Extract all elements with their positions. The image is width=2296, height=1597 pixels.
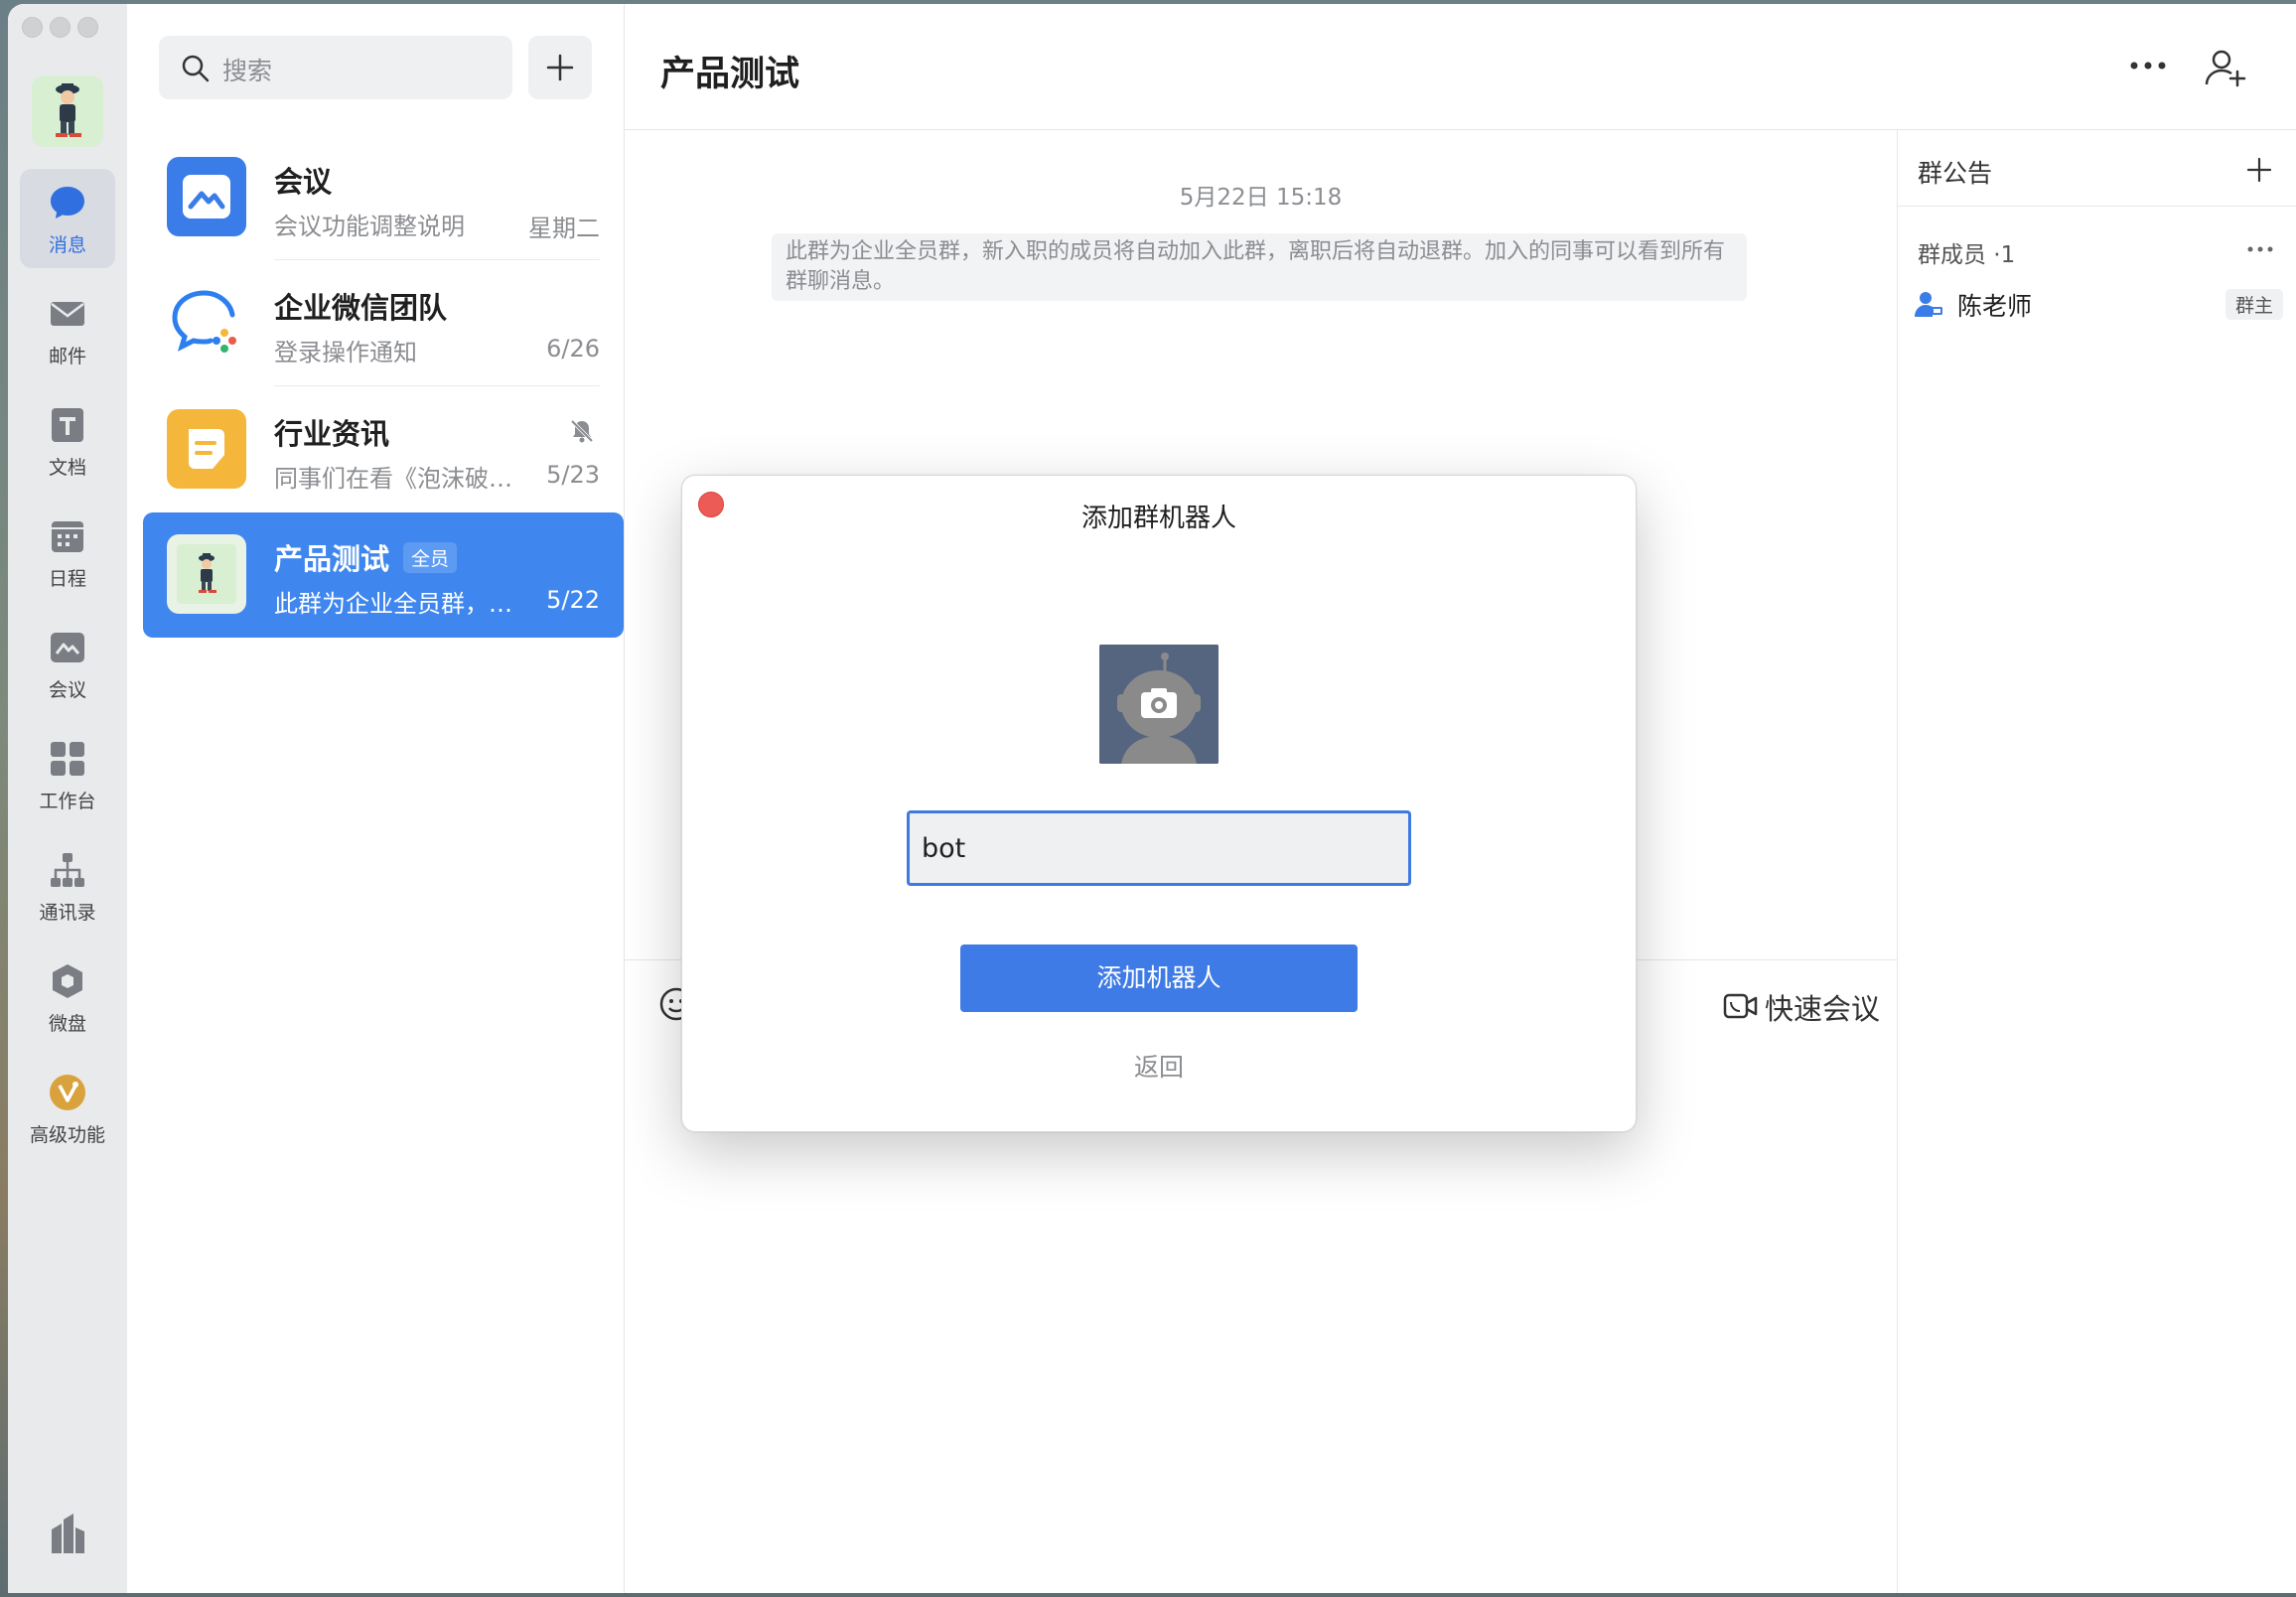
rail-item-workbench[interactable]: 工作台 — [20, 725, 115, 824]
conversation-item-product-test[interactable]: 产品测试 全员 此群为企业全员群，… 5/22 — [143, 512, 624, 638]
calendar-icon — [52, 521, 83, 552]
rail-item-drive[interactable]: 微盘 — [20, 947, 115, 1047]
rail-item-docs[interactable]: 文档 — [20, 391, 115, 491]
search-box[interactable]: 搜索 — [159, 36, 512, 99]
meeting-app-icon — [167, 157, 246, 236]
conversation-preview: 登录操作通知 — [274, 339, 417, 366]
rail-label: 消息 — [48, 234, 86, 256]
group-notice-title: 群公告 — [1918, 159, 1993, 188]
conversation-item-industry-news[interactable]: 行业资讯 同事们在看《泡沫破… 5/23 — [143, 387, 624, 512]
rail-item-messages[interactable]: 消息 — [20, 169, 115, 268]
conversation-list: 搜索 会议 会议功能调整说明 星期二 企业微信团队 登录操作通知 6/26 行业… — [127, 4, 625, 1593]
rail-label: 文档 — [48, 457, 86, 479]
conversation-preview: 同事们在看《泡沫破… — [274, 465, 512, 493]
conversation-name: 产品测试 — [274, 542, 390, 576]
bot-avatar-upload[interactable] — [1099, 645, 1219, 764]
drive-icon — [53, 964, 82, 998]
rail-item-contacts[interactable]: 通讯录 — [20, 836, 115, 936]
rail-label: 高级功能 — [29, 1124, 105, 1146]
conversation-time: 5/22 — [546, 586, 600, 614]
plus-icon — [546, 54, 574, 81]
group-avatar — [167, 534, 246, 614]
search-placeholder: 搜索 — [222, 57, 273, 85]
mute-bell-icon — [570, 419, 594, 443]
rail-label: 工作台 — [39, 791, 96, 812]
window-zoom-button[interactable] — [77, 17, 98, 38]
window-close-button[interactable] — [22, 17, 43, 38]
conversation-preview: 会议功能调整说明 — [274, 213, 465, 240]
member-item[interactable]: 陈老师 群主 — [1914, 285, 2283, 325]
video-call-icon — [1723, 993, 1758, 1019]
rail-label: 通讯录 — [39, 902, 96, 924]
dialog-title: 添加群机器人 — [1080, 504, 1236, 533]
library-icon[interactable] — [48, 1512, 87, 1555]
add-member-icon[interactable] — [2204, 48, 2247, 87]
all-members-badge: 全员 — [403, 542, 458, 573]
rail-item-mail[interactable]: 邮件 — [20, 280, 115, 379]
system-message: 此群为企业全员群，新入职的成员将自动加入此群，离职后将自动退群。加入的同事可以看… — [772, 233, 1747, 301]
user-avatar[interactable] — [32, 75, 103, 147]
chat-title: 产品测试 — [660, 55, 800, 94]
search-icon — [182, 55, 210, 82]
rail-label: 邮件 — [48, 346, 86, 367]
document-icon — [52, 408, 83, 442]
conversation-name: 企业微信团队 — [274, 291, 448, 325]
conversation-preview: 此群为企业全员群，… — [274, 590, 512, 618]
divider — [1898, 206, 2296, 207]
rail-label: 日程 — [48, 568, 86, 590]
rail-item-advanced[interactable]: 高级功能 — [20, 1059, 115, 1158]
divider — [274, 385, 600, 386]
rail-item-meeting[interactable]: 会议 — [20, 614, 115, 713]
rail-label: 微盘 — [48, 1013, 86, 1035]
conversation-name: 行业资讯 — [274, 417, 390, 451]
more-icon[interactable] — [2128, 56, 2168, 75]
conversation-time: 5/23 — [546, 461, 600, 489]
rail-label: 会议 — [48, 679, 86, 701]
conversation-time: 6/26 — [546, 335, 600, 363]
add-bot-dialog: 添加群机器人 添加机器人 返回 — [681, 475, 1637, 1132]
news-icon — [167, 409, 246, 489]
conversation-name: 会议 — [274, 165, 333, 199]
message-date: 5月22日 15:18 — [1179, 185, 1343, 211]
add-notice-icon[interactable] — [2245, 156, 2273, 184]
camera-icon — [1099, 645, 1219, 764]
rail-item-calendar[interactable]: 日程 — [20, 503, 115, 602]
quick-meeting-label: 快速会议 — [1765, 992, 1881, 1026]
meeting-icon — [51, 633, 84, 662]
conversation-item-wecom-team[interactable]: 企业微信团队 登录操作通知 6/26 — [143, 261, 624, 386]
owner-badge: 群主 — [2224, 289, 2283, 320]
grid-icon — [51, 742, 84, 776]
conversation-time: 星期二 — [528, 215, 600, 242]
member-name: 陈老师 — [1957, 292, 2033, 321]
app-window: 消息 邮件 文档 日程 会议 工作台 通讯录 微盘 高级功能 搜索 会议 会议功… — [8, 4, 2296, 1593]
group-info-panel: 群公告 群成员 ·1 陈老师 群主 — [1897, 130, 2296, 1593]
divider — [274, 259, 600, 260]
add-bot-button[interactable]: 添加机器人 — [960, 944, 1358, 1012]
nav-rail: 消息 邮件 文档 日程 会议 工作台 通讯录 微盘 高级功能 — [8, 4, 127, 1593]
org-chart-icon — [51, 853, 84, 887]
conversation-item-meeting[interactable]: 会议 会议功能调整说明 星期二 — [143, 135, 624, 260]
chat-bubble-icon — [51, 187, 84, 218]
back-link[interactable]: 返回 — [682, 1048, 1636, 1084]
wecom-team-icon — [167, 283, 246, 363]
member-avatar-icon — [1915, 292, 1942, 317]
more-icon[interactable] — [2247, 245, 2273, 253]
group-members-title: 群成员 ·1 — [1918, 242, 2016, 268]
create-button[interactable] — [528, 36, 592, 99]
bot-name-input[interactable] — [907, 810, 1411, 886]
premium-badge-icon — [50, 1075, 85, 1110]
window-minimize-button[interactable] — [50, 17, 71, 38]
mail-icon — [51, 302, 84, 326]
